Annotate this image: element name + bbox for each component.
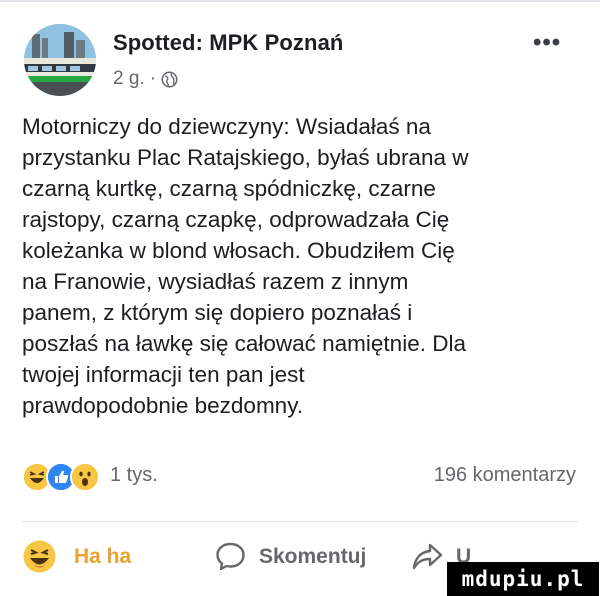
wow-icon — [70, 462, 100, 492]
comment-label: Skomentuj — [259, 544, 367, 568]
haha-label: Ha ha — [74, 544, 132, 568]
comment-icon — [216, 542, 245, 571]
share-icon — [412, 543, 443, 570]
actions-divider — [22, 521, 578, 522]
reaction-icons[interactable] — [22, 462, 100, 492]
globe-icon — [161, 71, 178, 87]
post-time[interactable]: 2 g. — [113, 68, 145, 90]
post-meta: 2 g. · — [113, 68, 178, 90]
meta-separator: · — [149, 68, 157, 89]
comment-count[interactable]: 196 komentarzy — [434, 464, 576, 487]
top-divider — [0, 0, 600, 2]
post-card: Spotted: MPK Poznań 2 g. · ••• Motornicz… — [0, 0, 600, 596]
comment-button[interactable]: Skomentuj — [214, 540, 366, 573]
post-text: Motorniczy do dziewczyny: Wsiadałaś na p… — [22, 114, 469, 418]
watermark: mdupiu.pl — [447, 562, 599, 596]
more-options-icon[interactable]: ••• — [533, 31, 561, 55]
reaction-count[interactable]: 1 tys. — [110, 464, 158, 487]
page-name[interactable]: Spotted: MPK Poznań — [113, 30, 343, 56]
page-avatar[interactable] — [24, 24, 96, 96]
haha-reaction-button[interactable]: Ha ha — [23, 540, 131, 573]
haha-icon — [23, 540, 56, 573]
tram-photo-icon — [24, 24, 96, 96]
